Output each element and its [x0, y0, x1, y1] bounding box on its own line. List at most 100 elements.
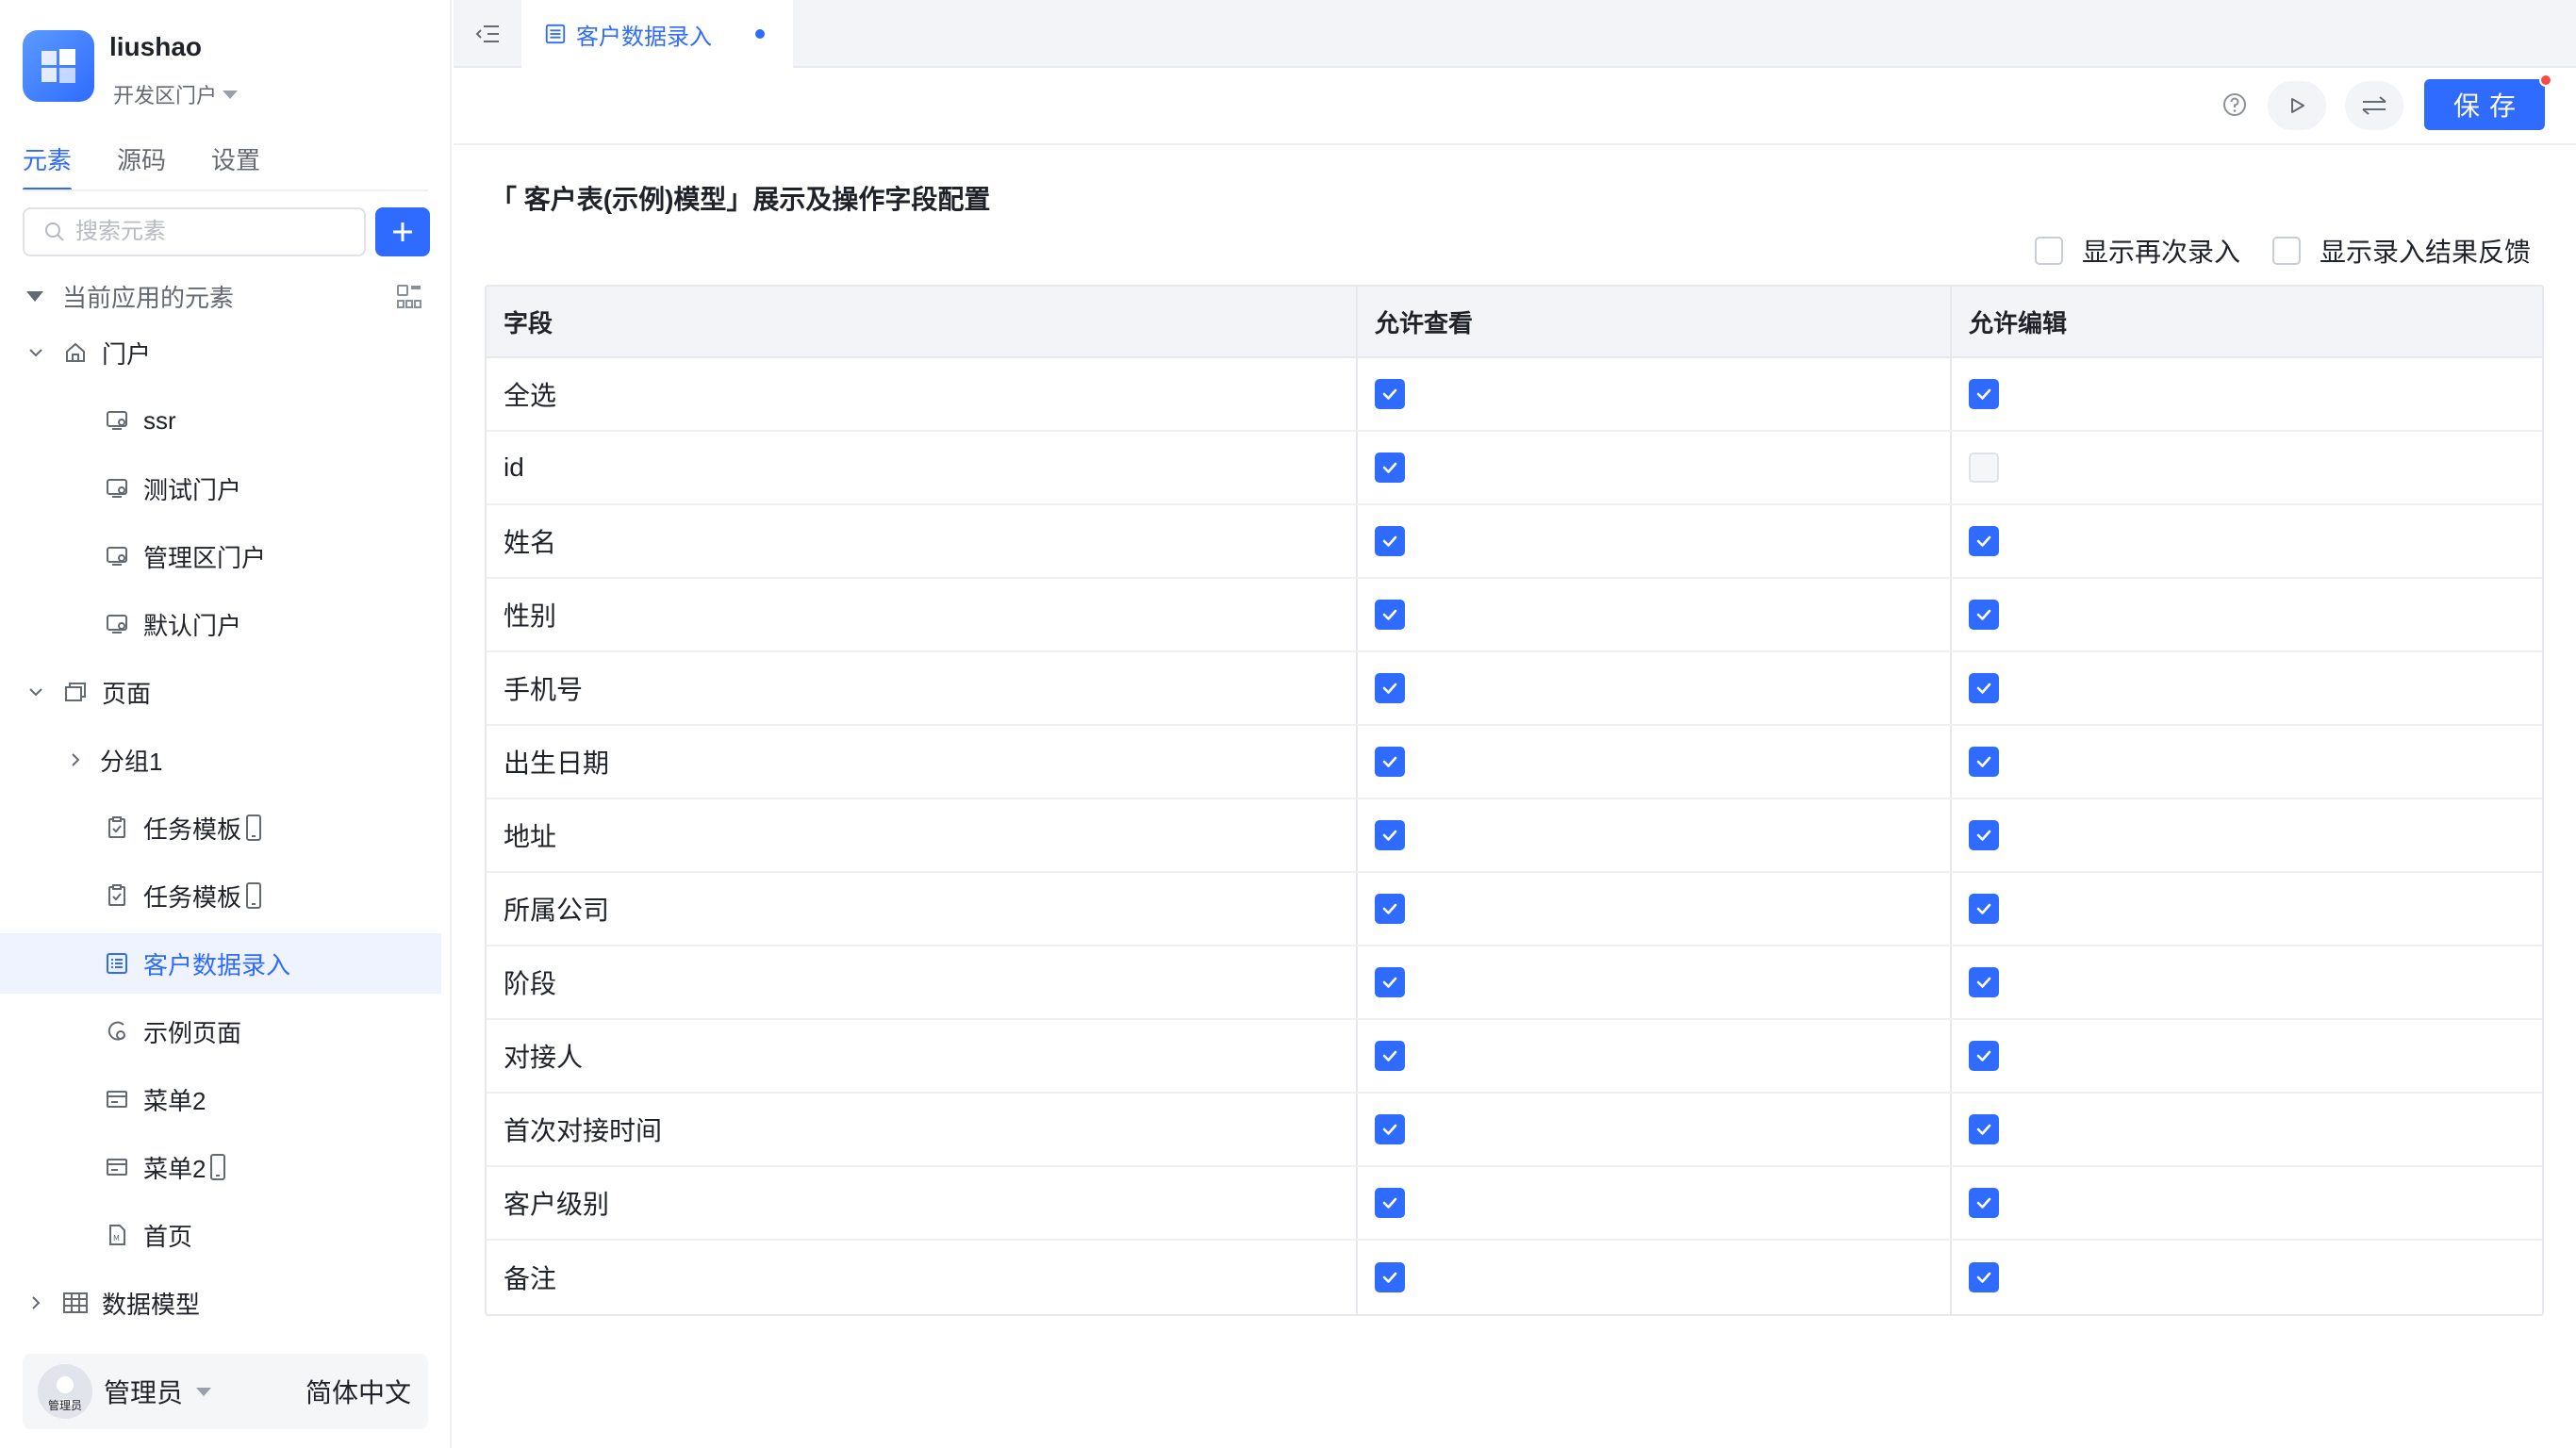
edit-checkbox[interactable]	[1969, 1114, 1999, 1144]
tab-bar: 客户数据录入	[454, 0, 2576, 68]
tree-item-menu2[interactable]: 菜单2	[0, 1069, 441, 1129]
edit-cell	[1952, 1241, 2542, 1314]
tree-item-label: 页面	[102, 679, 152, 708]
tree-item-group1[interactable]: 分组1	[0, 730, 441, 790]
table-body: 全选 id 姓名 性别 手机号 出生日期 地址 所属公司 阶段 对接人 首次对接时间 客户级别 备注	[487, 358, 2542, 1314]
option-label: 显示录入结果反馈	[2319, 238, 2531, 267]
tree-item-label: 门户	[102, 339, 152, 369]
app-logo-icon	[23, 30, 94, 102]
table-row: 姓名	[487, 505, 2542, 579]
chevron-down-icon	[25, 344, 47, 361]
home-icon	[60, 337, 91, 368]
view-checkbox[interactable]	[1375, 1114, 1405, 1144]
save-button[interactable]: 保存	[2424, 79, 2545, 130]
menu-icon	[102, 1152, 132, 1182]
caret-down-icon[interactable]	[196, 1387, 212, 1396]
edit-checkbox[interactable]	[1969, 1262, 1999, 1292]
view-checkbox[interactable]	[1375, 820, 1405, 850]
tree-item-ssr[interactable]: ssr	[0, 390, 441, 451]
view-checkbox[interactable]	[1375, 1188, 1405, 1218]
tree-item-portal[interactable]: 门户	[0, 322, 441, 383]
edit-cell	[1952, 432, 2542, 503]
table-row: 客户级别	[487, 1167, 2542, 1241]
column-header-field: 字段	[487, 287, 1358, 356]
tree-item-test-portal[interactable]: 测试门户	[0, 458, 441, 518]
edit-cell	[1952, 799, 2542, 871]
portal-icon	[102, 541, 132, 571]
edit-checkbox[interactable]	[1969, 894, 1999, 924]
table-row: id	[487, 432, 2542, 505]
switch-button[interactable]	[2345, 81, 2403, 130]
edit-checkbox[interactable]	[1969, 673, 1999, 703]
view-cell	[1358, 946, 1952, 1018]
view-checkbox[interactable]	[1375, 967, 1405, 997]
tab-settings[interactable]: 设置	[211, 141, 260, 189]
view-cell	[1358, 652, 1952, 724]
edit-checkbox[interactable]	[1969, 747, 1999, 777]
tree-item-label: 示例页面	[143, 1018, 242, 1047]
tree-item-label: 菜单2	[143, 1086, 206, 1115]
tree-item-task-template[interactable]: 任务模板	[0, 865, 441, 926]
portal-icon	[102, 609, 132, 639]
edit-checkbox[interactable]	[1969, 452, 1999, 483]
view-checkbox[interactable]	[1375, 379, 1405, 409]
view-cell	[1358, 799, 1952, 871]
edit-checkbox[interactable]	[1969, 600, 1999, 630]
option-show-reentry[interactable]: 显示再次录入	[2034, 232, 2240, 270]
tree-item-pages[interactable]: 页面	[0, 662, 441, 722]
collapse-sidebar-button[interactable]	[472, 19, 503, 49]
avatar[interactable]: 管理员	[38, 1364, 92, 1419]
checkbox[interactable]	[2034, 237, 2063, 265]
edit-checkbox[interactable]	[1969, 820, 1999, 850]
edit-checkbox[interactable]	[1969, 967, 1999, 997]
view-checkbox[interactable]	[1375, 526, 1405, 556]
app-name: liushao	[109, 32, 203, 61]
help-button[interactable]	[2219, 89, 2251, 121]
add-element-button[interactable]	[375, 207, 430, 256]
tree-item-label: 数据模型	[102, 1290, 201, 1319]
portal-select[interactable]: 开发区门户	[113, 79, 239, 109]
tab-elements[interactable]: 元素	[23, 141, 73, 191]
edit-checkbox[interactable]	[1969, 526, 1999, 556]
tab-customer-data-entry[interactable]: 客户数据录入	[521, 0, 793, 68]
view-checkbox[interactable]	[1375, 452, 1405, 483]
sidebar-tabs: 元素 源码 设置	[23, 141, 260, 191]
tree-item-menu2-mobile[interactable]: 菜单2	[0, 1137, 441, 1197]
tree-item-label: 默认门户	[143, 611, 242, 640]
unsaved-dot	[755, 29, 765, 39]
option-show-feedback[interactable]: 显示录入结果反馈	[2271, 232, 2531, 270]
field-name-cell: 手机号	[487, 652, 1358, 724]
user-name[interactable]: 管理员	[104, 1373, 183, 1410]
tree-item-example-page[interactable]: 示例页面	[0, 1001, 441, 1061]
chevron-right-icon	[25, 1294, 47, 1311]
preview-button[interactable]	[2268, 81, 2326, 130]
view-checkbox[interactable]	[1375, 673, 1405, 703]
layout-icon[interactable]	[396, 284, 422, 310]
help-icon	[2223, 93, 2246, 116]
form-icon	[102, 948, 132, 979]
edit-checkbox[interactable]	[1969, 379, 1999, 409]
edit-checkbox[interactable]	[1969, 1041, 1999, 1071]
tree-item-customer-data-entry[interactable]: 客户数据录入	[0, 933, 441, 994]
edit-checkbox[interactable]	[1969, 1188, 1999, 1218]
tab-source[interactable]: 源码	[117, 141, 166, 189]
view-checkbox[interactable]	[1375, 1262, 1405, 1292]
checkbox[interactable]	[2271, 237, 2301, 265]
tree-item-home[interactable]: M 首页	[0, 1205, 441, 1265]
svg-text:M: M	[113, 1234, 120, 1242]
view-checkbox[interactable]	[1375, 747, 1405, 777]
tree-item-data-model[interactable]: 数据模型	[0, 1273, 441, 1333]
section-current-app-elements[interactable]: 当前应用的元素	[26, 279, 422, 314]
plus-icon	[393, 222, 412, 241]
view-checkbox[interactable]	[1375, 600, 1405, 630]
table-row: 首次对接时间	[487, 1094, 2542, 1167]
field-name-cell: 地址	[487, 799, 1358, 871]
view-checkbox[interactable]	[1375, 894, 1405, 924]
language-switch[interactable]: 简体中文	[305, 1373, 411, 1410]
view-checkbox[interactable]	[1375, 1041, 1405, 1071]
tree-item-default-portal[interactable]: 默认门户	[0, 594, 441, 654]
tree-item-task-template[interactable]: 任务模板	[0, 798, 441, 858]
field-config-table: 字段 允许查看 允许编辑 全选 id 姓名 性别 手机号 出生日期 地址 所属公司 阶段 对接人首…	[485, 285, 2544, 1316]
tree-item-admin-portal[interactable]: 管理区门户	[0, 526, 441, 586]
search-input[interactable]	[75, 219, 339, 245]
